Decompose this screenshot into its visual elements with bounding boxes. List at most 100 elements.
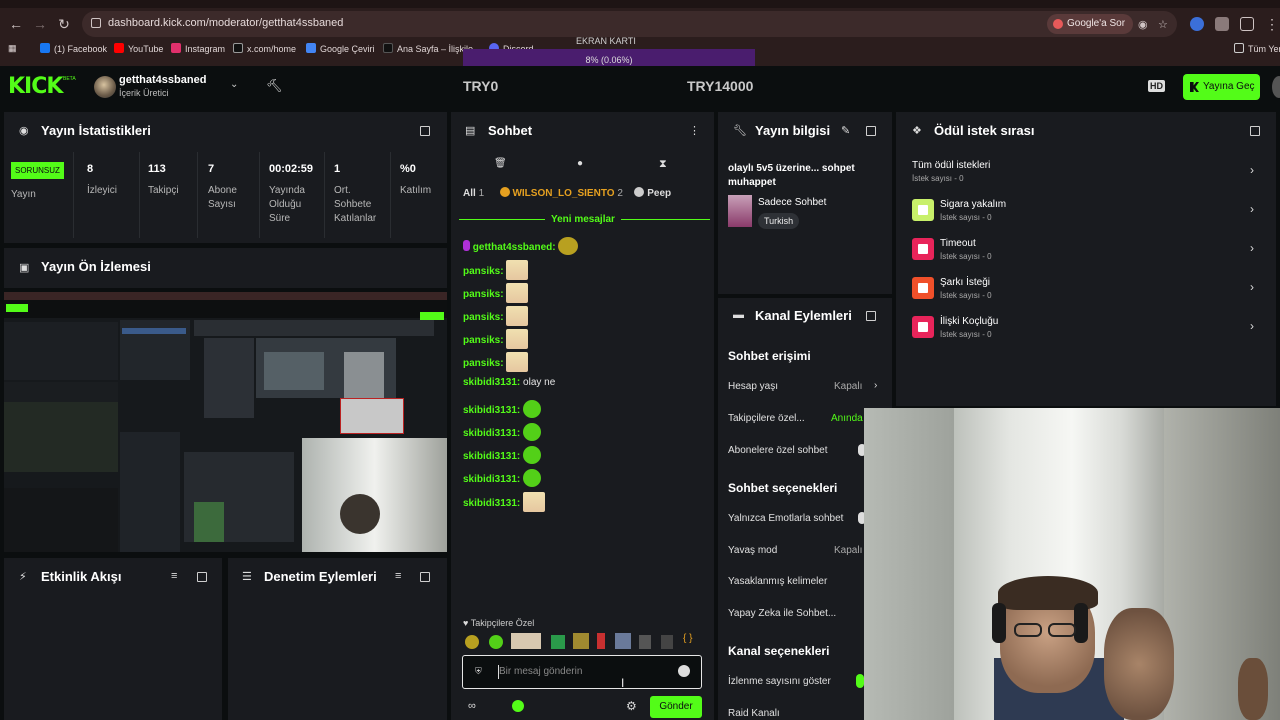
show-viewcount-label: İzlenme sayısını göster	[728, 676, 831, 687]
channel-name[interactable]: getthat4ssbaned	[119, 74, 206, 86]
account-age-value[interactable]: Kapalı	[834, 381, 862, 392]
send-button[interactable]: Gönder	[650, 696, 702, 718]
followers-only-label: ♥ Takipçilere Özel	[463, 618, 535, 628]
filter-cut[interactable]: Peep	[647, 188, 671, 199]
emote-image[interactable]	[597, 633, 605, 649]
filter-icon[interactable]: ≡	[171, 570, 177, 582]
stat-live-duration: 00:02:59 Yayında Olduğu Süre	[269, 163, 314, 224]
extensions-puzzle-icon[interactable]	[1240, 17, 1254, 31]
banned-words-label[interactable]: Yasaklanmış kelimeler	[728, 576, 827, 587]
slow-mode-label: Yavaş mod	[728, 545, 778, 556]
expand-icon[interactable]	[197, 572, 207, 582]
expand-icon[interactable]	[420, 126, 430, 136]
emote-image[interactable]	[615, 633, 631, 649]
chevron-right-icon[interactable]: ›	[1250, 202, 1254, 216]
site-info-icon[interactable]	[91, 18, 101, 28]
beta-badge: BETA	[63, 76, 76, 82]
emote-image[interactable]	[661, 635, 673, 649]
hammer-icon[interactable]: 🔨︎	[266, 78, 283, 94]
reload-icon[interactable]: ↻	[54, 14, 74, 34]
bookmark-instagram[interactable]: Instagram	[171, 43, 225, 54]
more-icon[interactable]: ⋮	[689, 124, 700, 137]
chat-message: pansiks:	[463, 260, 529, 280]
chat-message: pansiks:	[463, 283, 529, 303]
expand-icon[interactable]	[866, 311, 876, 321]
expand-icon[interactable]	[866, 126, 876, 136]
all-requests-count: İstek sayısı - 0	[912, 174, 964, 183]
expand-icon[interactable]	[1250, 126, 1260, 136]
bookmark-facebook[interactable]: (1) Facebook	[40, 43, 107, 54]
category-name[interactable]: Sadece Sohbet	[758, 197, 826, 208]
chevron-right-icon[interactable]: ›	[1250, 163, 1254, 177]
stream-title: olaylı 5v5 üzerine... sohpet muhappet	[728, 163, 855, 188]
stat-avg-chatters: 1 Ort. Sohbete Katılanlar	[334, 163, 377, 224]
category-thumbnail[interactable]	[728, 195, 752, 227]
apps-icon[interactable]: ▦	[8, 43, 17, 54]
gift-icon: ❖	[912, 125, 922, 137]
stream-preview[interactable]	[4, 292, 447, 552]
slow-mode-value[interactable]: Kapalı	[834, 545, 862, 556]
emoji-icon[interactable]	[678, 665, 690, 677]
bookmark-google-translate[interactable]: Google Çeviri	[306, 43, 375, 54]
followers-only-label: Takipçilere özel...	[728, 413, 805, 424]
back-icon[interactable]: ←	[6, 14, 26, 34]
star-icon[interactable]: ☆	[1158, 18, 1168, 31]
chat-access-title: Sohbet erişimi	[728, 349, 811, 363]
address-bar[interactable]: dashboard.kick.com/moderator/getthat4ssb…	[82, 11, 1177, 37]
go-live-button[interactable]: Yayına Geç	[1183, 74, 1260, 100]
extension-icon[interactable]	[1215, 17, 1229, 31]
hd-icon[interactable]: HD	[1148, 80, 1165, 92]
chevron-right-icon[interactable]: ›	[1250, 280, 1254, 294]
show-viewcount-toggle[interactable]	[856, 674, 864, 688]
emote-image[interactable]	[573, 633, 589, 649]
filter-icon[interactable]: ≡	[395, 570, 401, 582]
top-gifter[interactable]: WILSON_LO_SIENTO	[512, 188, 614, 199]
ai-chat-label[interactable]: Yapay Zeka ile Sohbet...	[728, 608, 836, 619]
chat-options-title: Sohbet seçenekleri	[728, 481, 838, 495]
forward-icon[interactable]: →	[30, 14, 50, 34]
emote-image[interactable]	[551, 635, 565, 649]
bookmark-youtube[interactable]: YouTube	[114, 43, 163, 54]
chevron-right-icon[interactable]: ›	[1250, 241, 1254, 255]
avatar[interactable]	[1272, 76, 1280, 98]
stat-viewers: 8 İzleyici	[87, 163, 118, 196]
emote-bar: { }	[463, 633, 703, 651]
emote-image[interactable]	[489, 635, 503, 649]
hourglass-icon[interactable]: ⧗	[659, 158, 667, 171]
eye-off-icon[interactable]: ◉	[1138, 18, 1148, 31]
wrench-icon: 🔧︎	[733, 125, 747, 137]
emote-image[interactable]	[511, 633, 541, 649]
trash-icon[interactable]: 🗑︎	[494, 158, 507, 169]
all-requests-label[interactable]: Tüm ödül istekleri	[912, 160, 990, 171]
activity-title: Etkinlik Akışı	[41, 569, 122, 584]
chevron-down-icon[interactable]: ⌄	[230, 79, 238, 90]
google-search-button[interactable]: Google'a Sor	[1047, 14, 1134, 34]
chevron-right-icon[interactable]: ›	[874, 380, 877, 391]
points-icon[interactable]: ∞	[468, 700, 476, 712]
preview-icon: ▣	[19, 262, 30, 274]
filter-all[interactable]: All	[463, 188, 476, 199]
avatar[interactable]	[94, 76, 116, 98]
edit-icon[interactable]: ✎	[841, 124, 850, 137]
chevron-right-icon[interactable]: ›	[1250, 319, 1254, 333]
channel-role: İçerik Üretici	[119, 88, 169, 98]
chat-bubble-icon[interactable]: ●	[577, 158, 583, 169]
expand-icon[interactable]	[420, 572, 430, 582]
kick-coin-icon[interactable]	[512, 700, 524, 712]
kick-logo[interactable]: KICK	[8, 74, 63, 99]
stat-engagement: %0 Katılım	[400, 163, 432, 196]
url-text: dashboard.kick.com/moderator/getthat4ssb…	[108, 17, 344, 29]
extension-icon[interactable]	[1190, 17, 1204, 31]
bookmark-all[interactable]: Tüm Yer	[1234, 43, 1280, 54]
menu-icon[interactable]: ⋮	[1262, 14, 1280, 34]
settings-icon[interactable]: ⚙	[626, 699, 637, 713]
emote-menu-icon[interactable]: { }	[683, 633, 692, 644]
bookmark-x[interactable]: x.com/home	[233, 43, 296, 54]
gift-icon	[499, 187, 510, 197]
new-messages-label: Yeni mesajlar	[545, 214, 621, 225]
raid-channel-label[interactable]: Raid Kanalı	[728, 708, 780, 719]
followers-only-value[interactable]: Anında	[831, 413, 863, 424]
emote-image[interactable]	[465, 635, 479, 649]
emote-image[interactable]	[639, 635, 651, 649]
chat-input[interactable]: ⛨ Bir mesaj gönderin	[462, 655, 702, 689]
